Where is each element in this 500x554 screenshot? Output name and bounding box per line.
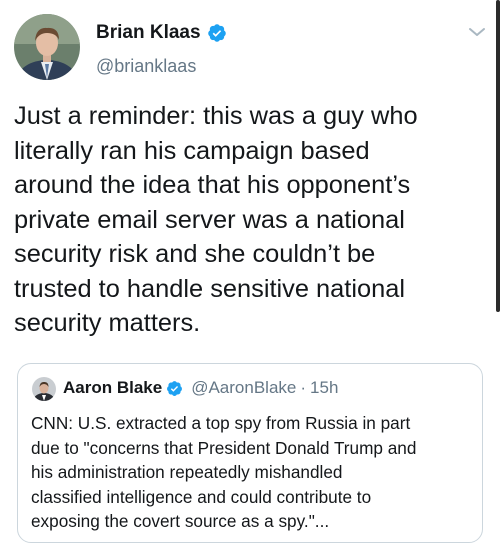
tweet: Brian Klaas @brianklaas Just a reminder:… — [0, 0, 500, 554]
author-display-name[interactable]: Brian Klaas — [96, 22, 201, 44]
author-handle[interactable]: @brianklaas — [96, 55, 196, 77]
quoted-tweet-timestamp: 15h — [310, 378, 339, 397]
quoted-tweet-card[interactable]: Aaron Blake @AaronBlake · 15h CNN: U.S. … — [17, 363, 483, 543]
author-avatar[interactable] — [14, 14, 80, 80]
timestamp-separator: · — [300, 378, 307, 397]
profile-photo — [14, 14, 80, 80]
quoted-tweet-header: Aaron Blake @AaronBlake · 15h — [63, 377, 338, 399]
quoted-author-avatar — [32, 377, 56, 401]
quoted-tweet-text: CNN: U.S. extracted a top spy from Russi… — [31, 413, 417, 531]
profile-photo — [32, 377, 56, 401]
author-name-row: Brian Klaas — [96, 22, 227, 44]
scrollbar[interactable] — [496, 0, 500, 312]
verified-badge-icon — [207, 24, 226, 42]
quoted-author-handle: @AaronBlake — [191, 378, 297, 397]
tweet-text: Just a reminder: this was a guy who lite… — [14, 102, 418, 337]
verified-badge-icon — [167, 380, 183, 396]
chevron-down-icon[interactable] — [468, 26, 486, 38]
quoted-author-name: Aaron Blake — [63, 378, 163, 397]
